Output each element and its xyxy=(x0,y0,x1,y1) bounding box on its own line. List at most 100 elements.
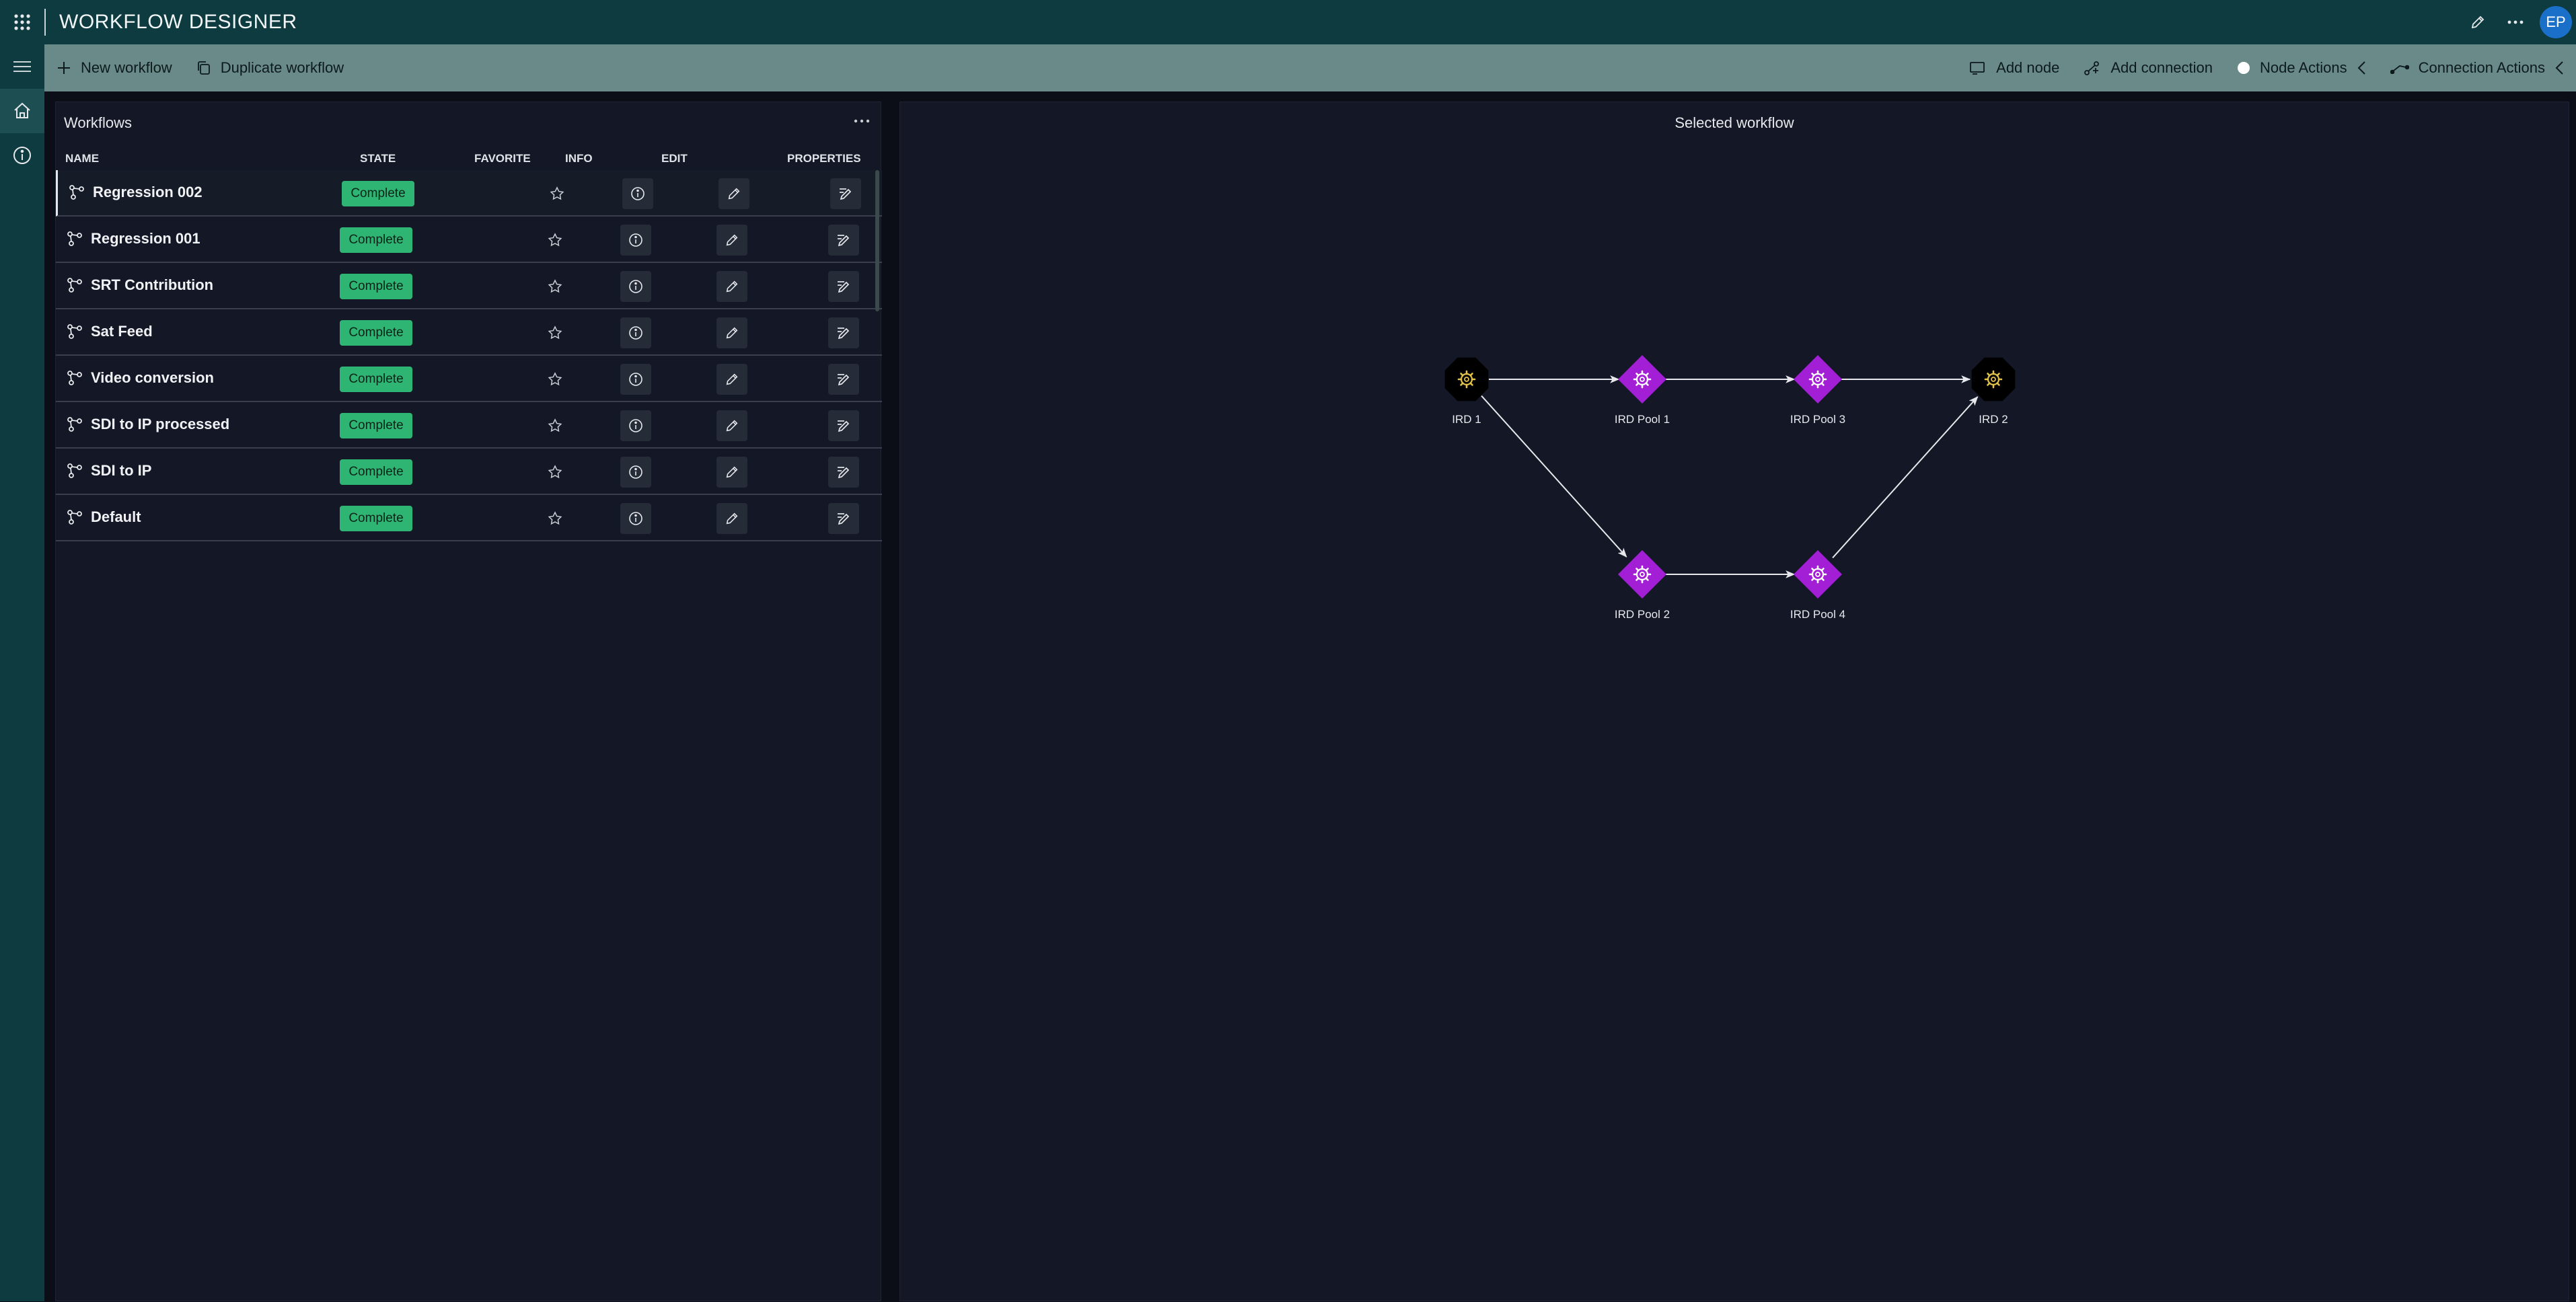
pool-node-shape[interactable] xyxy=(1794,355,1842,404)
properties-button[interactable] xyxy=(828,364,859,395)
table-row[interactable]: SDI to IP Complete xyxy=(56,449,882,495)
workflow-list: Regression 002 Complete Regression 001 Comp… xyxy=(56,170,882,541)
connection-ird1-pool2[interactable] xyxy=(1481,395,1627,558)
connection-actions-button[interactable]: Connection Actions xyxy=(2378,44,2576,91)
table-row[interactable]: SDI to IP processed Complete xyxy=(56,402,882,449)
edit-page-icon[interactable] xyxy=(2459,0,2497,44)
workflow-name-label: Regression 002 xyxy=(93,184,203,200)
column-header-info[interactable]: INFO xyxy=(565,152,593,165)
workflow-name-label: SRT Contribution xyxy=(91,276,214,293)
new-workflow-button[interactable]: New workflow xyxy=(44,44,184,91)
info-button[interactable] xyxy=(620,457,651,488)
duplicate-workflow-button[interactable]: Duplicate workflow xyxy=(184,44,356,91)
add-node-button[interactable]: Add node xyxy=(1957,44,2071,91)
node-pool1[interactable]: IRD Pool 1 xyxy=(1615,355,1670,426)
node-ird2[interactable]: IRD 2 xyxy=(1971,357,2016,426)
table-row[interactable]: SRT Contribution Complete xyxy=(56,263,882,309)
home-icon[interactable] xyxy=(0,89,44,133)
edit-button[interactable] xyxy=(716,457,747,488)
properties-button[interactable] xyxy=(828,457,859,488)
edit-button[interactable] xyxy=(716,503,747,534)
panel-more-icon[interactable] xyxy=(848,109,875,133)
favorite-star-icon[interactable] xyxy=(540,457,571,488)
properties-button[interactable] xyxy=(828,317,859,348)
edit-button[interactable] xyxy=(719,178,749,209)
workflow-name[interactable]: Video conversion xyxy=(67,369,214,387)
workflow-diagram[interactable]: IRD 1 IRD Pool 1 IRD Pool 3 IRD 2 IRD Pool 2… xyxy=(900,102,2570,1302)
favorite-star-icon[interactable] xyxy=(542,178,573,209)
info-button[interactable] xyxy=(622,178,653,209)
menu-toggle-icon[interactable] xyxy=(0,44,44,89)
scrollbar[interactable] xyxy=(875,170,879,311)
table-row[interactable]: Regression 001 Complete xyxy=(56,217,882,263)
favorite-star-icon[interactable] xyxy=(540,364,571,395)
table-row[interactable]: Sat Feed Complete xyxy=(56,309,882,356)
info-button[interactable] xyxy=(620,503,651,534)
pool-node-shape[interactable] xyxy=(1618,355,1666,404)
properties-button[interactable] xyxy=(828,271,859,302)
column-header-name[interactable]: NAME xyxy=(65,152,99,165)
pool-node-shape[interactable] xyxy=(1618,550,1666,599)
pool-node-shape[interactable] xyxy=(1794,550,1842,599)
node-pool2[interactable]: IRD Pool 2 xyxy=(1615,550,1670,621)
properties-button[interactable] xyxy=(830,178,861,209)
table-row[interactable]: Video conversion Complete xyxy=(56,356,882,402)
node-pool4[interactable]: IRD Pool 4 xyxy=(1790,550,1845,621)
workflow-name[interactable]: Sat Feed xyxy=(67,323,153,340)
edit-button[interactable] xyxy=(716,364,747,395)
endpoint-node-shape[interactable] xyxy=(1971,357,2016,401)
node-ird1[interactable]: IRD 1 xyxy=(1444,357,1489,426)
favorite-star-icon[interactable] xyxy=(540,225,571,256)
info-icon[interactable] xyxy=(0,133,44,178)
column-header-properties[interactable]: PROPERTIES xyxy=(787,152,861,165)
edit-button[interactable] xyxy=(716,271,747,302)
info-button[interactable] xyxy=(620,410,651,441)
workflow-name[interactable]: SDI to IP xyxy=(67,462,151,480)
workflow-name-label: Sat Feed xyxy=(91,323,153,340)
properties-button[interactable] xyxy=(828,225,859,256)
info-button[interactable] xyxy=(620,317,651,348)
endpoint-node-shape[interactable] xyxy=(1444,357,1489,401)
edit-button[interactable] xyxy=(716,225,747,256)
favorite-star-icon[interactable] xyxy=(540,317,571,348)
workflow-name[interactable]: Regression 001 xyxy=(67,230,200,247)
add-connection-button[interactable]: Add connection xyxy=(2071,44,2225,91)
workflow-name[interactable]: SRT Contribution xyxy=(67,276,213,294)
workflow-icon xyxy=(69,184,93,200)
workflow-icon xyxy=(67,463,91,479)
properties-icon xyxy=(838,186,854,201)
favorite-star-icon[interactable] xyxy=(540,271,571,302)
add-connection-label: Add connection xyxy=(2110,59,2213,76)
properties-button[interactable] xyxy=(828,410,859,441)
info-button[interactable] xyxy=(620,225,651,256)
more-options-icon[interactable] xyxy=(2497,0,2534,44)
workflow-name[interactable]: SDI to IP processed xyxy=(67,416,229,433)
node-actions-button[interactable]: Node Actions xyxy=(2225,44,2378,91)
table-row[interactable]: Regression 002 Complete xyxy=(56,170,882,217)
info-icon xyxy=(628,464,644,480)
connection-pool4-ird2[interactable] xyxy=(1832,396,1979,559)
favorite-star-icon[interactable] xyxy=(540,410,571,441)
favorite-star-icon[interactable] xyxy=(540,503,571,534)
pencil-icon xyxy=(725,233,739,247)
info-button[interactable] xyxy=(620,364,651,395)
column-header-edit[interactable]: EDIT xyxy=(661,152,688,165)
properties-button[interactable] xyxy=(828,503,859,534)
workflow-icon xyxy=(67,370,91,386)
plus-icon xyxy=(58,62,70,74)
info-button[interactable] xyxy=(620,271,651,302)
column-header-favorite[interactable]: FAVORITE xyxy=(474,152,531,165)
workflow-name[interactable]: Default xyxy=(67,508,141,526)
edit-button[interactable] xyxy=(716,410,747,441)
user-avatar[interactable]: EP xyxy=(2540,6,2572,38)
properties-icon xyxy=(836,372,852,387)
edit-button[interactable] xyxy=(716,317,747,348)
info-icon xyxy=(628,371,644,387)
duplicate-workflow-label: Duplicate workflow xyxy=(220,59,344,76)
workflow-name[interactable]: Regression 002 xyxy=(69,184,203,201)
column-header-state[interactable]: STATE xyxy=(360,152,396,165)
table-row[interactable]: Default Complete xyxy=(56,495,882,541)
node-pool3[interactable]: IRD Pool 3 xyxy=(1790,355,1845,426)
info-icon xyxy=(630,186,646,202)
app-launcher-icon[interactable] xyxy=(0,0,44,44)
